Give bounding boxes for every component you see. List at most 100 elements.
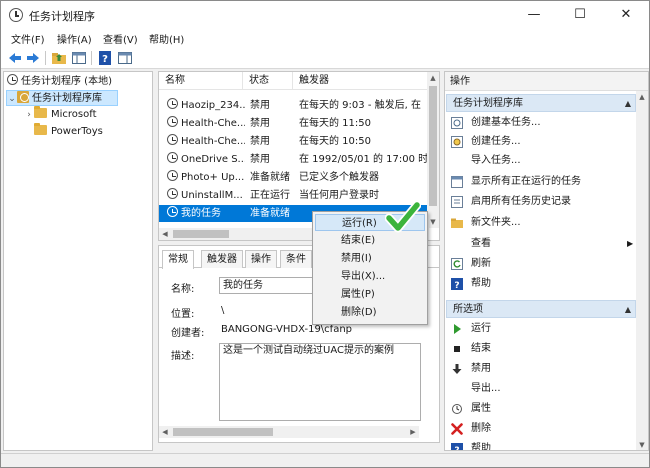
scroll-up-arrow-icon[interactable]: ▲	[636, 91, 648, 103]
properties-icon	[452, 404, 462, 414]
task-list-vertical-scrollbar[interactable]: ▲ ▼	[427, 72, 439, 228]
task-trigger: 已定义多个触发器	[299, 172, 379, 183]
tab-general[interactable]: 常规	[162, 250, 194, 269]
running-tasks-icon	[451, 176, 463, 188]
svg-text:?: ?	[454, 281, 459, 290]
help-icon: ?	[451, 443, 463, 450]
tree-root-local[interactable]: 任务计划程序 (本地)	[7, 74, 112, 90]
tab-conditions[interactable]: 条件	[280, 250, 312, 268]
task-trigger: 在每天的 9:03 - 触发后, 在	[299, 100, 421, 111]
scroll-right-arrow-icon[interactable]: ▶	[407, 426, 419, 438]
menu-action[interactable]: 操作(A)	[55, 31, 94, 46]
author-value: BANGONG-VHDX-19\cfanp	[221, 324, 353, 335]
actions-pane: 操作 任务计划程序库 ▲ 创建基本任务... 创建任务... 导入任务... 显…	[444, 71, 649, 451]
tree-root-label: 任务计划程序 (本地)	[21, 76, 112, 87]
description-field[interactable]: 这是一个测试自动绕过UAC提示的案例	[219, 343, 421, 421]
create-task-icon	[451, 136, 463, 148]
chevron-right-icon[interactable]: ›	[24, 107, 34, 123]
toolbar-separator	[91, 51, 92, 65]
task-trigger: 在 1992/05/01 的 17:00 时	[299, 154, 427, 165]
task-scheduler-app-icon	[9, 8, 23, 22]
task-status: 准备就绪	[250, 172, 290, 183]
task-name: 我的任务	[181, 208, 221, 219]
action-view[interactable]: 查看 ▶	[449, 234, 634, 253]
new-folder-icon	[451, 218, 463, 228]
scroll-up-arrow-icon[interactable]: ▲	[427, 72, 439, 84]
toolbar: ?	[1, 47, 649, 69]
context-disable[interactable]: 禁用(I)	[315, 250, 425, 267]
scroll-down-arrow-icon[interactable]: ▼	[427, 216, 439, 228]
column-name[interactable]: 名称	[159, 72, 243, 90]
run-icon	[454, 324, 461, 334]
table-row[interactable]: Health-Che... 禁用 在每天的 11:50	[159, 115, 429, 132]
tab-triggers[interactable]: 触发器	[201, 250, 243, 268]
context-delete[interactable]: 删除(D)	[315, 304, 425, 321]
console-tree: 任务计划程序 (本地) ⌄ 任务计划程序库 › Microsoft PowerToy…	[3, 71, 153, 451]
back-arrow-icon[interactable]	[7, 50, 23, 66]
collapse-caret-icon[interactable]: ▲	[625, 95, 631, 113]
context-export[interactable]: 导出(X)...	[315, 268, 425, 285]
task-name: Haozip_234...	[181, 100, 245, 111]
task-trigger: 在每天的 11:50	[299, 118, 371, 129]
task-status: 准备就绪	[250, 208, 290, 219]
actions-section-library[interactable]: 任务计划程序库 ▲	[446, 94, 636, 112]
tree-item-microsoft[interactable]: › Microsoft	[24, 106, 97, 123]
delete-icon	[451, 423, 463, 435]
chevron-down-icon[interactable]: ⌄	[7, 91, 17, 107]
task-clock-icon	[167, 170, 178, 181]
scroll-down-arrow-icon[interactable]: ▼	[636, 439, 648, 450]
folder-icon	[34, 106, 47, 118]
menu-view[interactable]: 查看(V)	[101, 31, 140, 46]
tree-powertoys-label: PowerToys	[51, 126, 103, 137]
clock-icon	[7, 74, 18, 85]
forward-arrow-icon[interactable]	[25, 50, 41, 66]
up-folder-icon[interactable]	[51, 50, 67, 66]
task-clock-icon	[167, 188, 178, 199]
details-horizontal-scrollbar[interactable]: ◀ ▶	[159, 426, 419, 438]
section-library-label: 任务计划程序库	[453, 98, 523, 109]
maximize-button[interactable]: ☐	[557, 1, 603, 29]
menu-help[interactable]: 帮助(H)	[147, 31, 186, 46]
actions-vertical-scrollbar[interactable]: ▲ ▼	[636, 91, 648, 450]
task-name: UninstallM...	[181, 190, 243, 201]
help-book-icon[interactable]: ?	[97, 50, 113, 66]
task-status: 禁用	[250, 100, 270, 111]
location-label: 位置:	[171, 309, 195, 320]
toolbar-separator	[45, 51, 46, 65]
minimize-button[interactable]: —	[511, 1, 557, 29]
task-name: Health-Che...	[181, 136, 245, 147]
close-button[interactable]: ✕	[603, 1, 649, 29]
scrollbar-thumb[interactable]	[173, 230, 229, 238]
context-properties[interactable]: 属性(P)	[315, 286, 425, 303]
tree-item-powertoys[interactable]: PowerToys	[34, 123, 103, 140]
table-row[interactable]: Photo+ Up... 准备就绪 已定义多个触发器	[159, 169, 429, 186]
scrollbar-thumb[interactable]	[429, 86, 437, 206]
refresh-icon	[451, 258, 463, 270]
task-name: Health-Che...	[181, 118, 245, 129]
table-row[interactable]: OneDrive S... 禁用 在 1992/05/01 的 17:00 时	[159, 151, 429, 168]
task-trigger: 在每天的 10:50	[299, 136, 371, 147]
scroll-left-arrow-icon[interactable]: ◀	[159, 426, 171, 438]
scrollbar-thumb[interactable]	[173, 428, 273, 436]
menu-bar: 文件(F) 操作(A) 查看(V) 帮助(H)	[1, 29, 649, 47]
create-basic-task-icon	[451, 117, 463, 129]
menu-file[interactable]: 文件(F)	[9, 31, 47, 46]
show-hide-action-pane-icon[interactable]	[117, 50, 133, 66]
task-status: 禁用	[250, 118, 270, 129]
tree-microsoft-label: Microsoft	[51, 109, 97, 120]
column-trigger[interactable]: 触发器	[293, 72, 429, 90]
table-row[interactable]: Haozip_234... 禁用 在每天的 9:03 - 触发后, 在	[159, 97, 429, 114]
actions-section-selected[interactable]: 所选项 ▲	[446, 300, 636, 318]
task-name: OneDrive S...	[181, 154, 245, 165]
context-end[interactable]: 结束(E)	[315, 232, 425, 249]
tab-actions[interactable]: 操作	[245, 250, 277, 268]
show-hide-console-tree-icon[interactable]	[71, 50, 87, 66]
collapse-caret-icon[interactable]: ▲	[625, 301, 631, 319]
task-clock-icon	[167, 134, 178, 145]
column-status[interactable]: 状态	[243, 72, 293, 90]
task-clock-icon	[167, 116, 178, 127]
scroll-left-arrow-icon[interactable]: ◀	[159, 228, 171, 240]
tree-item-library[interactable]: ⌄ 任务计划程序库	[6, 90, 118, 106]
title-bar: 任务计划程序 — ☐ ✕	[1, 1, 649, 29]
table-row[interactable]: Health-Che... 禁用 在每天的 10:50	[159, 133, 429, 150]
